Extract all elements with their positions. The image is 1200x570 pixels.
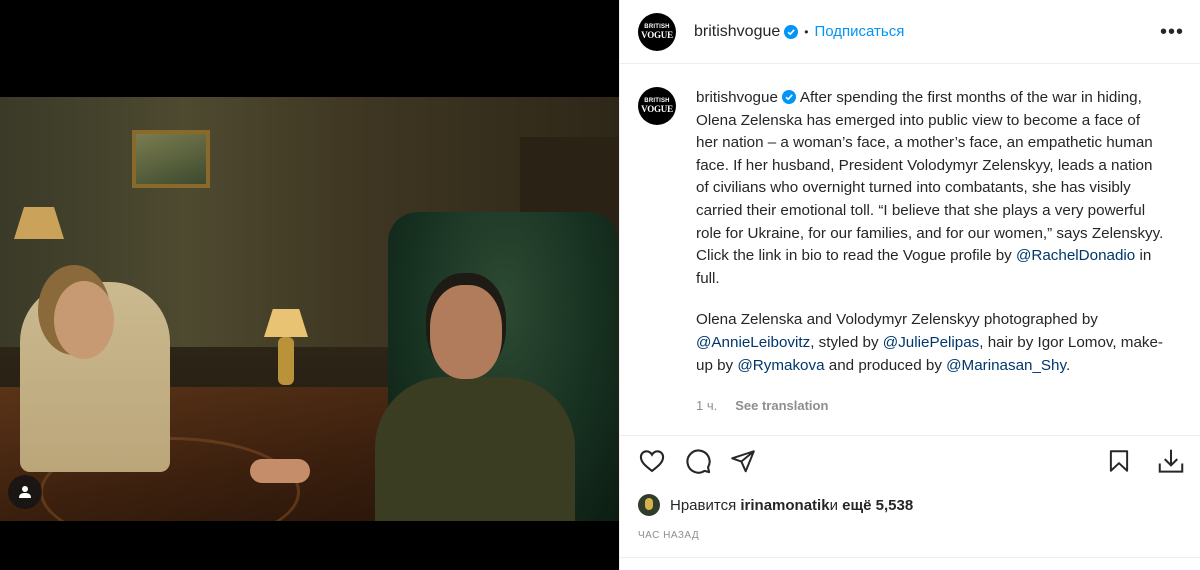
verified-badge-icon xyxy=(784,24,799,39)
photo-man-head xyxy=(430,285,502,379)
mention-link[interactable]: @Marinasan_Shy xyxy=(946,357,1066,374)
likes-middle: и xyxy=(829,496,838,514)
caption: britishvogue After spending the first mon… xyxy=(696,87,1166,435)
caption-meta: 1 ч. See translation xyxy=(696,395,1166,418)
save-button[interactable] xyxy=(1106,444,1140,478)
like-button[interactable] xyxy=(638,444,672,478)
action-bar xyxy=(620,440,1200,482)
likes-summary: Нравится irinamonatik и ещё 5,538 xyxy=(620,494,1200,516)
comment-button[interactable] xyxy=(684,444,718,478)
share-button[interactable] xyxy=(730,444,764,478)
avatar-text-bottom: VOGUE xyxy=(641,104,673,114)
caption-text: , styled by xyxy=(810,333,883,351)
avatar-text-bottom: VOGUE xyxy=(641,29,673,40)
verified-badge-icon xyxy=(781,90,796,104)
mention-link[interactable]: @Rymakova xyxy=(737,357,824,374)
instagram-post: BRITISH VOGUE britishvogue • Подписаться… xyxy=(0,0,1200,570)
photo-lamp-base xyxy=(278,337,294,385)
post-timestamp[interactable]: ЧАС НАЗАД xyxy=(620,530,1200,541)
mention-link[interactable]: @JuliePelipas xyxy=(883,334,979,351)
caption-avatar[interactable]: BRITISH VOGUE xyxy=(638,87,676,125)
separator-dot: • xyxy=(804,24,809,39)
see-translation-button[interactable]: See translation xyxy=(735,395,828,418)
mention-link[interactable]: @AnnieLeibovitz xyxy=(696,334,810,351)
mention-link[interactable]: @RachelDonadio xyxy=(1016,247,1135,264)
more-options-icon[interactable]: ••• xyxy=(1160,22,1184,42)
follow-button[interactable]: Подписаться xyxy=(814,23,904,40)
caption-paragraph-2: Olena Zelenska and Volodymyr Zelenskyy p… xyxy=(696,309,1166,377)
likes-count[interactable]: ещё 5,538 xyxy=(842,497,913,514)
heart-icon xyxy=(639,450,665,473)
liker-avatar[interactable] xyxy=(638,494,660,516)
tagged-users-button[interactable] xyxy=(8,475,42,509)
action-bar-right xyxy=(1106,444,1190,478)
actions-section: Нравится irinamonatik и ещё 5,538 ЧАС НА… xyxy=(620,435,1200,541)
post-media xyxy=(0,0,619,570)
photo-hands xyxy=(250,459,310,483)
send-icon xyxy=(731,450,755,473)
caption-text: . xyxy=(1065,356,1071,374)
likes-prefix: Нравится xyxy=(670,496,737,514)
comment-icon xyxy=(686,449,711,474)
divider xyxy=(620,557,1200,558)
caption-area: BRITISH VOGUE britishvogue After spending… xyxy=(620,65,1200,435)
photo-man xyxy=(375,377,575,521)
header-username[interactable]: britishvogue xyxy=(694,23,780,41)
post-panel: BRITISH VOGUE britishvogue • Подписаться… xyxy=(619,0,1200,570)
avatar-text-top: BRITISH xyxy=(644,23,670,30)
photo-woman-head xyxy=(54,281,114,359)
photo-painting xyxy=(132,130,210,188)
caption-text: After spending the first months of the w… xyxy=(696,89,1164,265)
post-photo[interactable] xyxy=(0,97,619,521)
caption-age: 1 ч. xyxy=(696,398,718,414)
caption-text: Olena Zelenska and Volodymyr Zelenskyy p… xyxy=(696,311,1098,329)
download-button[interactable] xyxy=(1156,444,1190,478)
user-icon xyxy=(19,486,31,498)
caption-username[interactable]: britishvogue xyxy=(696,89,778,106)
bookmark-icon xyxy=(1109,450,1129,472)
liker-username[interactable]: irinamonatik xyxy=(740,497,829,514)
avatar[interactable]: BRITISH VOGUE xyxy=(638,12,676,51)
caption-paragraph-1: britishvogue After spending the first mon… xyxy=(696,87,1166,290)
post-header: BRITISH VOGUE britishvogue • Подписаться… xyxy=(620,0,1200,64)
download-icon xyxy=(1158,449,1184,473)
caption-text: and produced by xyxy=(824,356,947,374)
